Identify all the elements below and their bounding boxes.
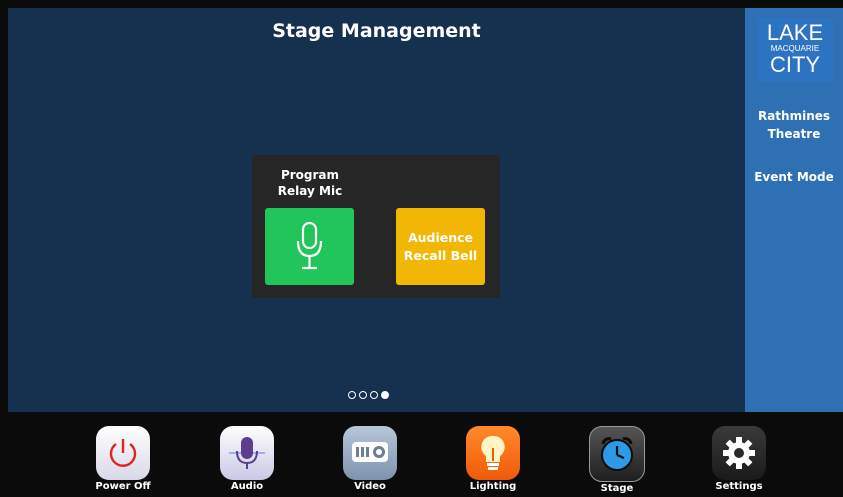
page-title: Stage Management xyxy=(272,20,481,42)
page-indicator xyxy=(348,391,389,399)
nav-power-off[interactable]: Power Off xyxy=(83,426,163,492)
sidebar: LAKE MACQUARIE CITY Rathmines Theatre Ev… xyxy=(745,8,843,412)
alarm-clock-icon xyxy=(589,426,645,482)
nav-audio[interactable]: Audio xyxy=(207,426,287,492)
nav-stage-label: Stage xyxy=(600,483,634,494)
power-icon xyxy=(96,426,150,480)
gear-icon xyxy=(712,426,766,480)
page-dot-1[interactable] xyxy=(348,391,356,399)
nav-power-off-label: Power Off xyxy=(95,481,151,492)
event-mode-label: Event Mode xyxy=(754,170,834,184)
lightbulb-icon xyxy=(466,426,520,480)
nav-lighting-label: Lighting xyxy=(469,481,517,492)
venue-label: Rathmines Theatre xyxy=(757,109,831,141)
audience-recall-bell-label: Audience Recall Bell xyxy=(403,229,478,263)
nav-audio-label: Audio xyxy=(230,481,264,492)
audio-microphone-icon xyxy=(220,426,274,480)
audience-recall-bell-button[interactable]: Audience Recall Bell xyxy=(396,208,485,285)
bottom-nav-bar: Power Off Audio Video Lighting Stage Set… xyxy=(0,412,843,497)
nav-lighting[interactable]: Lighting xyxy=(453,426,533,492)
logo-line-3: CITY xyxy=(769,52,821,77)
logo-line-1: LAKE xyxy=(766,20,824,45)
lake-macquarie-logo: LAKE MACQUARIE CITY xyxy=(757,18,833,82)
microphone-icon xyxy=(296,221,323,270)
nav-video[interactable]: Video xyxy=(330,426,410,492)
page-dot-4-active[interactable] xyxy=(381,391,389,399)
venue-name: Rathmines Theatre xyxy=(749,107,839,143)
page-dot-2[interactable] xyxy=(359,391,367,399)
nav-video-label: Video xyxy=(354,481,386,492)
main-area: Stage Management Program Relay Mic Audie… xyxy=(8,8,745,412)
nav-settings[interactable]: Settings xyxy=(699,426,779,492)
nav-stage[interactable]: Stage xyxy=(577,426,657,494)
page-dot-3[interactable] xyxy=(370,391,378,399)
nav-settings-label: Settings xyxy=(715,481,763,492)
program-relay-mic-button[interactable] xyxy=(265,208,354,285)
program-relay-mic-label: Program Relay Mic xyxy=(277,168,343,198)
projector-icon xyxy=(343,426,397,480)
stage-panel: Program Relay Mic Audience Recall Bell xyxy=(252,155,500,298)
